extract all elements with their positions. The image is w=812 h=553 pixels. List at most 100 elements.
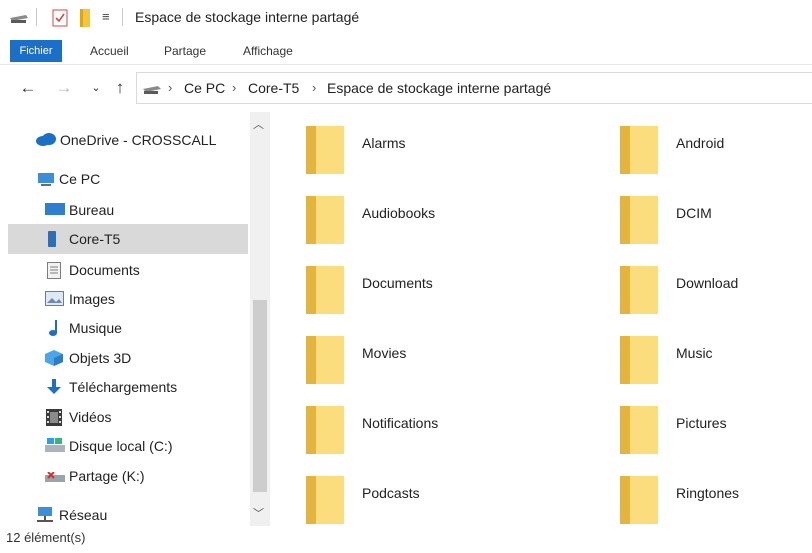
sidebar-item-label: Bureau — [69, 202, 115, 218]
folder-item[interactable]: Alarms — [306, 124, 566, 184]
sidebar-item-label: Partage (K:) — [69, 468, 145, 484]
folder-item[interactable]: Notifications — [306, 404, 566, 464]
folder-item[interactable]: Android — [620, 124, 812, 184]
folder-name: Notifications — [362, 415, 439, 431]
up-arrow-icon[interactable]: ↑ — [110, 78, 130, 98]
sidebar-item-images[interactable]: Images — [0, 285, 248, 313]
back-arrow-icon[interactable]: ← — [18, 78, 38, 98]
folder-name: Movies — [362, 345, 407, 361]
breadcrumb-this-pc[interactable]: Ce PC — [184, 80, 225, 96]
sidebar-item-this-pc[interactable]: Ce PC — [0, 165, 248, 193]
window-title: Espace de stockage interne partagé — [135, 9, 360, 25]
sidebar-item-label: Ce PC — [59, 171, 101, 187]
folder-item[interactable]: DCIM — [620, 194, 812, 254]
folder-icon — [306, 334, 344, 391]
navigation-pane: OneDrive - CROSSCALL Ce PC Bureau Core-T… — [0, 112, 270, 525]
folder-name: DCIM — [676, 205, 712, 221]
folder-item[interactable]: Ringtones — [620, 474, 812, 534]
sidebar-item-music[interactable]: Musique — [0, 314, 248, 342]
folder-name: Alarms — [362, 135, 406, 151]
sidebar-item-label: Vidéos — [69, 409, 112, 425]
sidebar-item-network[interactable]: Réseau — [0, 501, 248, 529]
folder-icon — [620, 474, 658, 531]
folder-item[interactable]: Documents — [306, 264, 566, 324]
local-disk-icon — [45, 438, 65, 458]
folder-item[interactable]: Pictures — [620, 404, 812, 464]
drive-icon — [8, 9, 30, 30]
separator — [122, 8, 123, 26]
sidebar-item-label: Documents — [69, 262, 140, 278]
tab-home[interactable]: Accueil — [90, 40, 129, 62]
network-drive-icon — [45, 471, 65, 489]
sidebar-item-label: OneDrive - CROSSCALL — [60, 132, 217, 148]
videos-icon — [46, 409, 62, 431]
forward-arrow-icon[interactable]: → — [54, 78, 74, 98]
folder-name: Podcasts — [362, 485, 420, 501]
scroll-up-chevron-icon[interactable]: ︿ — [253, 116, 264, 132]
scrollbar-thumb[interactable] — [253, 300, 267, 492]
breadcrumb-device[interactable]: Core-T5 — [248, 80, 299, 96]
scroll-down-chevron-icon[interactable]: ﹀ — [253, 505, 264, 521]
tab-file[interactable]: Fichier — [10, 40, 62, 62]
ribbon: Fichier Accueil Partage Affichage — [0, 36, 812, 65]
breadcrumb-separator-icon[interactable]: › — [168, 80, 172, 95]
properties-icon[interactable] — [52, 9, 68, 32]
customize-quick-access-icon[interactable]: ≡ — [102, 9, 110, 24]
folder-icon — [620, 124, 658, 181]
sidebar-item-onedrive[interactable]: OneDrive - CROSSCALL — [0, 126, 248, 154]
breadcrumb-separator-icon[interactable]: › — [232, 80, 236, 95]
folder-item[interactable]: Audiobooks — [306, 194, 566, 254]
folder-icon — [306, 264, 344, 321]
folder-name: Android — [676, 135, 725, 151]
folder-name: Audiobooks — [362, 205, 436, 221]
separator — [36, 8, 37, 26]
folder-icon — [306, 124, 344, 181]
drive-icon — [142, 82, 162, 100]
folder-icon — [620, 404, 658, 461]
sidebar-item-label: Disque local (C:) — [69, 438, 173, 454]
sidebar-item-3d-objects[interactable]: Objets 3D — [0, 344, 248, 372]
tab-share[interactable]: Partage — [164, 40, 206, 62]
sidebar-item-videos[interactable]: Vidéos — [0, 403, 248, 431]
this-pc-icon — [35, 171, 57, 192]
folder-icon — [620, 334, 658, 391]
folder-icon — [306, 194, 344, 251]
status-item-count: 12 élément(s) — [6, 530, 86, 545]
sidebar-item-label: Images — [69, 291, 115, 307]
music-icon — [49, 320, 61, 342]
folder-icon — [306, 404, 344, 461]
folder-name: Ringtones — [676, 485, 740, 501]
folder-item[interactable]: Movies — [306, 334, 566, 394]
breadcrumb-current-folder[interactable]: Espace de stockage interne partagé — [327, 80, 551, 96]
new-folder-icon[interactable] — [78, 9, 92, 32]
folder-icon — [306, 474, 344, 531]
sidebar-item-local-disk[interactable]: Disque local (C:) — [0, 432, 248, 460]
sidebar-item-label: Réseau — [59, 507, 108, 523]
breadcrumb-separator-icon[interactable]: › — [312, 80, 316, 95]
folder-name: Music — [676, 345, 713, 361]
folder-icon — [620, 194, 658, 251]
sidebar-item-label: Téléchargements — [69, 379, 178, 395]
onedrive-icon — [35, 132, 57, 151]
desktop-icon — [45, 202, 65, 221]
sidebar-item-core-t5[interactable]: Core-T5 — [8, 224, 248, 254]
sidebar-item-label: Objets 3D — [69, 350, 132, 366]
tab-view[interactable]: Affichage — [243, 40, 293, 62]
sidebar-item-label: Core-T5 — [69, 231, 121, 247]
folder-item[interactable]: Music — [620, 334, 812, 394]
folder-name: Pictures — [676, 415, 727, 431]
recent-locations-chevron-icon[interactable]: ⌄ — [86, 78, 106, 98]
documents-icon — [47, 262, 61, 284]
sidebar-item-desktop[interactable]: Bureau — [0, 196, 248, 224]
folder-item[interactable]: Download — [620, 264, 812, 324]
sidebar-item-documents[interactable]: Documents — [0, 256, 248, 284]
downloads-icon — [47, 379, 61, 401]
folder-item[interactable]: Podcasts — [306, 474, 566, 534]
folder-name: Download — [676, 275, 739, 291]
sidebar-item-downloads[interactable]: Téléchargements — [0, 373, 248, 401]
title-bar: ≡ Espace de stockage interne partagé — [0, 0, 812, 36]
sidebar-item-network-share[interactable]: Partage (K:) — [0, 462, 248, 490]
pictures-icon — [45, 291, 64, 311]
sidebar-item-label: Musique — [69, 320, 122, 336]
folder-icon — [620, 264, 658, 321]
